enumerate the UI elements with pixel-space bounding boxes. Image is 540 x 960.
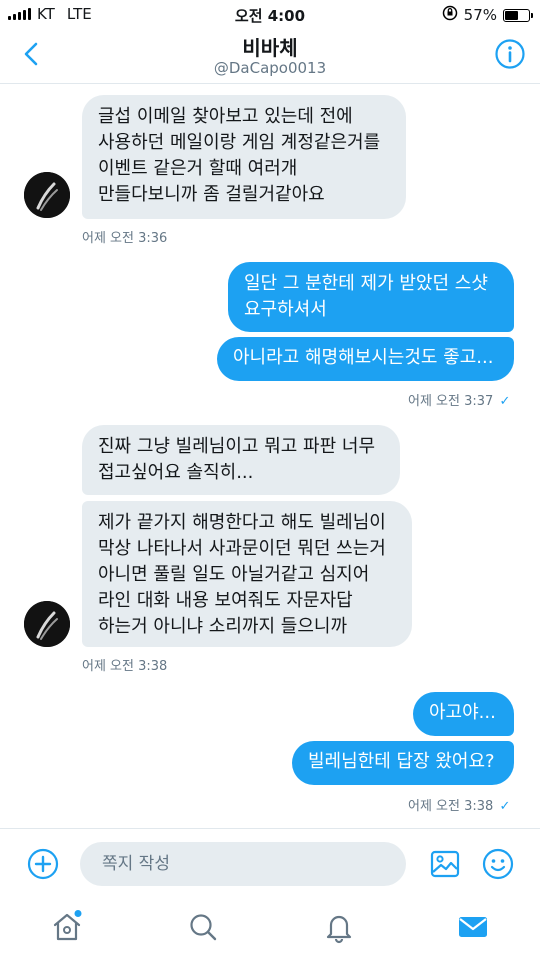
home-icon (53, 910, 82, 941)
message-input[interactable] (80, 842, 406, 886)
message-timestamp: 어제 오전 3:37 ✓ (408, 390, 510, 409)
mail-icon (459, 917, 487, 937)
status-bar: KT LTE 오전 4:00 57% (0, 0, 540, 28)
conversation-header: 비바체 @DaCapo0013 (0, 28, 540, 84)
tab-notifications[interactable] (322, 910, 356, 944)
battery-fill (505, 10, 519, 20)
read-check-icon: ✓ (499, 394, 511, 409)
plus-circle-icon (27, 848, 59, 880)
tab-messages[interactable] (456, 910, 490, 944)
avatar-image (24, 601, 70, 647)
message-timestamp: 어제 오전 3:36 (82, 231, 168, 246)
message-bubble-outgoing[interactable]: 일단 그 분한테 제가 받았던 스샷 요구하셔서 (228, 262, 514, 332)
notification-dot (74, 910, 82, 917)
add-media-button[interactable] (26, 847, 60, 881)
battery-icon (503, 8, 533, 22)
message-bubble-outgoing[interactable]: 아고야... (413, 692, 514, 736)
orientation-lock-icon (442, 5, 458, 25)
emoji-button[interactable] (481, 847, 515, 881)
search-icon (190, 914, 217, 941)
read-check-icon: ✓ (499, 799, 511, 814)
avatar[interactable] (24, 601, 70, 647)
message-bubble-incoming[interactable]: 제가 끝가지 해명한다고 해도 빌레님이 막상 나타나서 사과문이던 뭐던 쓰는… (82, 501, 412, 647)
message-timestamp: 어제 오전 3:38 ✓ (408, 795, 510, 814)
message-timestamp: 어제 오전 3:38 (82, 659, 168, 674)
smiley-icon (482, 848, 514, 880)
avatar-image (24, 172, 70, 218)
battery-percent: 57% (463, 6, 497, 24)
info-button[interactable] (494, 38, 526, 70)
message-bubble-outgoing[interactable]: 빌레님한테 답장 왔어요? (292, 741, 514, 785)
tab-bar (0, 898, 540, 960)
status-right: 57% (442, 5, 533, 25)
message-timestamp-text: 어제 오전 3:37 (408, 394, 494, 409)
message-timestamp-text: 어제 오전 3:38 (408, 799, 494, 814)
message-composer (0, 828, 540, 898)
image-icon (430, 850, 460, 878)
avatar[interactable] (24, 172, 70, 218)
message-bubble-outgoing[interactable]: 아니라고 해명해보시는것도 좋고... (217, 337, 514, 381)
bell-icon (326, 915, 352, 944)
message-bubble-incoming[interactable]: 글섭 이메일 찾아보고 있는데 전에 사용하던 메일이랑 게임 계정같은거를 이… (82, 95, 406, 219)
conversation-handle: @DaCapo0013 (213, 59, 327, 77)
tab-search[interactable] (186, 910, 220, 944)
tab-home[interactable] (50, 910, 84, 944)
conversation-title: 비바체 (242, 36, 298, 60)
info-icon (495, 39, 525, 69)
message-bubble-incoming[interactable]: 진짜 그냥 빌레님이고 뭐고 파판 너무 접고싶어요 솔직히... (82, 425, 400, 495)
photo-button[interactable] (428, 847, 462, 881)
